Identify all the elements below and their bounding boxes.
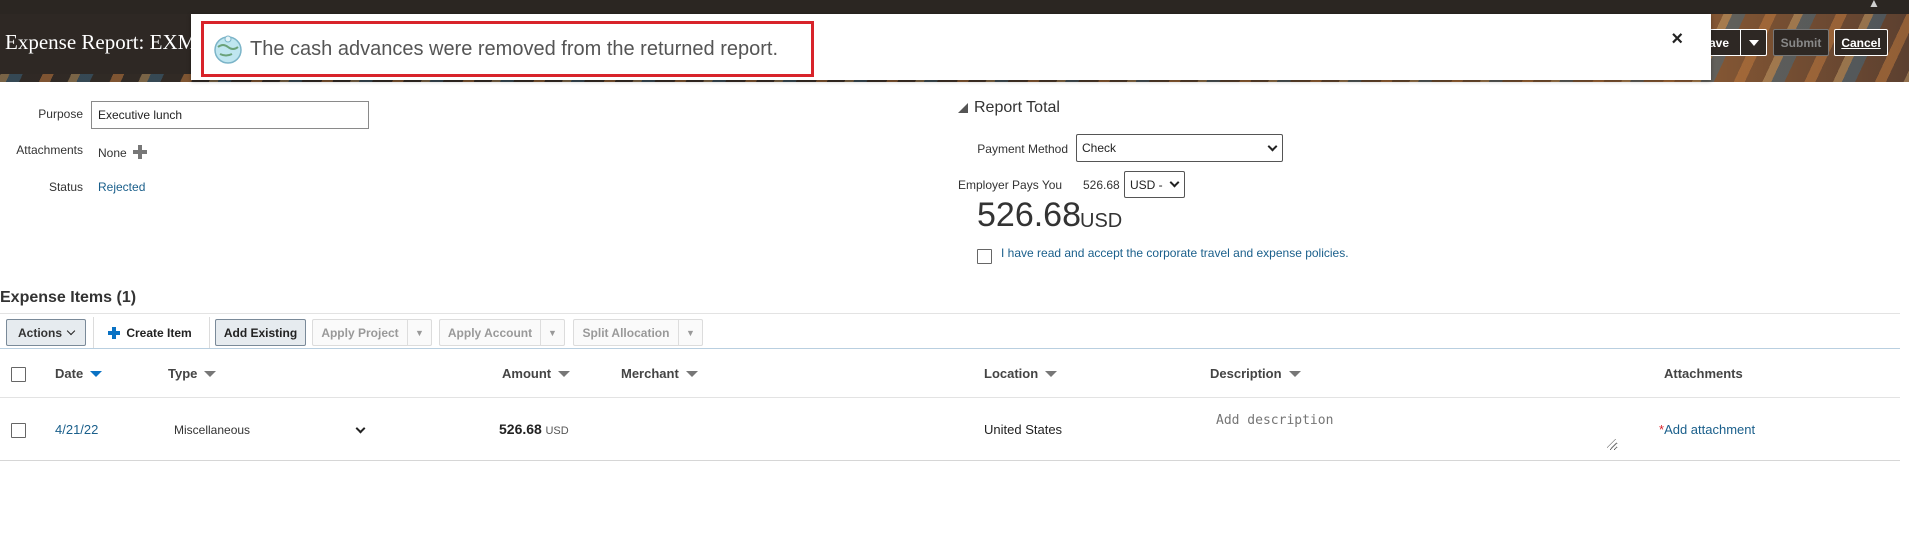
apply-project-button[interactable]: Apply Project ▼: [312, 319, 432, 346]
report-total-header[interactable]: Report Total: [958, 99, 1060, 117]
purpose-label: Purpose: [38, 107, 83, 121]
row-divider: [0, 460, 1900, 461]
column-header-date[interactable]: Date: [55, 366, 103, 381]
close-icon[interactable]: ×: [1671, 28, 1683, 51]
actions-button[interactable]: Actions: [6, 319, 86, 346]
employer-pays-amount: 526.68: [1083, 178, 1120, 192]
actions-label: Actions: [17, 325, 62, 340]
collapse-triangle-icon: [958, 103, 968, 113]
attachments-header-label: Attachments: [1664, 366, 1743, 381]
row-description-input[interactable]: [1210, 409, 1618, 451]
row-amount-value: 526.68: [499, 421, 542, 437]
amount-header-label: Amount: [502, 366, 552, 381]
row-location: United States: [984, 422, 1063, 437]
status-label: Status: [48, 180, 83, 194]
row-type-value: Miscellaneous: [174, 423, 251, 437]
column-header-description[interactable]: Description: [1210, 366, 1301, 381]
cancel-button[interactable]: Cancel: [1834, 29, 1888, 56]
report-total-amount: 526.68: [977, 196, 1081, 234]
toast-message-box: The cash advances were removed from the …: [201, 21, 814, 77]
plus-icon: [108, 326, 121, 339]
row-add-attachment[interactable]: *Add attachment: [1659, 422, 1755, 437]
payment-method-label: Payment Method: [977, 142, 1068, 156]
row-date-link[interactable]: 4/21/22: [55, 422, 98, 437]
expense-items-heading: Expense Items (1): [0, 289, 137, 306]
caret-down-icon: [1748, 39, 1759, 46]
employer-pays-label: Employer Pays You: [958, 178, 1063, 192]
apply-account-button[interactable]: Apply Account ▼: [439, 319, 565, 346]
chevron-down-icon: [66, 326, 76, 336]
submit-button[interactable]: Submit: [1773, 29, 1829, 56]
header-divider: [0, 397, 1900, 398]
sort-icon: [558, 370, 571, 377]
location-header-label: Location: [984, 366, 1039, 381]
purpose-input[interactable]: [91, 101, 369, 129]
sort-icon: [204, 370, 217, 377]
split-allocation-button[interactable]: Split Allocation ▼: [573, 319, 703, 346]
report-total-currency: USD: [1080, 210, 1123, 232]
globe-info-icon: [214, 35, 242, 64]
toolbar-divider: [93, 317, 94, 348]
policy-text[interactable]: I have read and accept the corporate tra…: [1001, 246, 1349, 260]
column-header-attachments: Attachments: [1664, 366, 1743, 381]
caret-down-icon[interactable]: ▼: [407, 320, 431, 345]
row-amount: 526.68 USD: [499, 421, 569, 437]
resize-handle-icon[interactable]: [1607, 439, 1616, 448]
date-header-label: Date: [55, 366, 84, 381]
sort-icon: [1288, 370, 1301, 377]
add-attachment-link[interactable]: Add attachment: [1664, 422, 1755, 437]
split-allocation-label: Split Allocation: [582, 325, 670, 340]
attachments-value-wrap: None: [98, 143, 148, 160]
chevron-down-icon: [1169, 177, 1180, 188]
description-header-label: Description: [1210, 366, 1282, 381]
row-amount-currency: USD: [545, 425, 569, 437]
caret-down-icon[interactable]: ▼: [540, 320, 564, 345]
confirmation-toast: The cash advances were removed from the …: [191, 14, 1711, 80]
attachments-value: None: [98, 146, 127, 160]
global-bar: [0, 0, 1909, 14]
add-existing-button[interactable]: Add Existing: [215, 319, 306, 346]
merchant-header-label: Merchant: [621, 366, 679, 381]
payment-method-select[interactable]: Check: [1076, 134, 1283, 162]
save-menu-button[interactable]: [1740, 29, 1767, 56]
toast-text: The cash advances were removed from the …: [250, 37, 779, 60]
column-header-merchant[interactable]: Merchant: [621, 366, 698, 381]
currency-value: USD -: [1130, 177, 1163, 192]
select-all-checkbox[interactable]: [11, 367, 26, 382]
policy-checkbox[interactable]: [977, 249, 992, 264]
row-select-checkbox[interactable]: [11, 423, 26, 438]
user-menu-icon[interactable]: ▲: [1868, 0, 1888, 9]
payment-method-value: Check: [1082, 141, 1117, 155]
apply-account-label: Apply Account: [447, 325, 533, 340]
row-type-select[interactable]: Miscellaneous: [168, 415, 370, 445]
caret-down-icon[interactable]: ▼: [678, 320, 702, 345]
sort-icon: [1045, 370, 1058, 377]
create-item-label: Create Item: [126, 325, 192, 340]
expense-report-page: Expense Report: EXM ▲ ave Submit Cancel …: [0, 0, 1909, 546]
add-attachment-plus-icon[interactable]: [133, 145, 148, 159]
attachments-label: Attachments: [16, 143, 83, 157]
column-header-type[interactable]: Type: [168, 366, 217, 381]
toolbar-divider: [209, 317, 210, 348]
column-header-location[interactable]: Location: [984, 366, 1058, 381]
type-header-label: Type: [168, 366, 198, 381]
chevron-down-icon: [1267, 141, 1278, 151]
currency-select[interactable]: USD -: [1124, 171, 1185, 198]
apply-project-label: Apply Project: [321, 325, 399, 340]
page-title: Expense Report: EXM: [5, 30, 197, 54]
chevron-down-icon: [355, 423, 366, 433]
status-value[interactable]: Rejected: [98, 180, 145, 194]
sort-icon: [685, 370, 698, 377]
column-header-amount[interactable]: Amount: [502, 366, 571, 381]
sort-descending-icon: [90, 370, 103, 377]
create-item-button[interactable]: Create Item: [104, 319, 196, 346]
expense-items-toolbar: Actions Create Item Add Existing Apply P…: [0, 313, 1900, 349]
report-total-title: Report Total: [974, 99, 1060, 116]
